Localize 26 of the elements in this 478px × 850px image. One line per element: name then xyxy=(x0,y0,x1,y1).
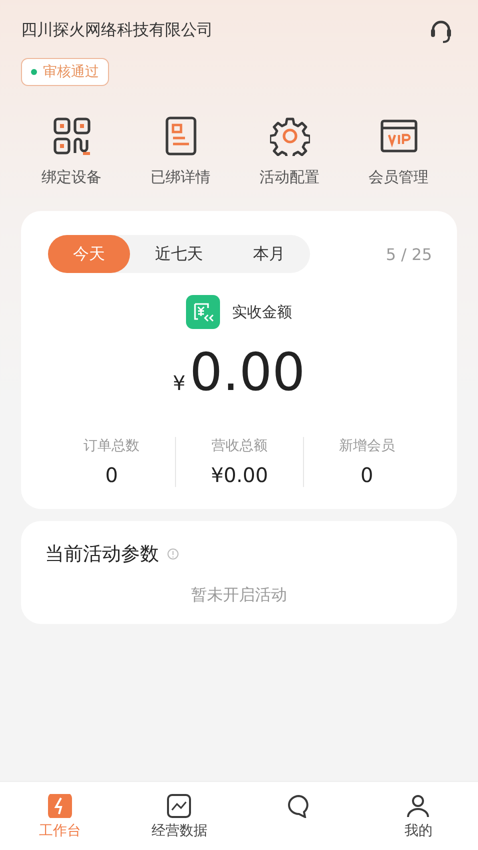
metric-value: ¥0.00 xyxy=(210,463,268,487)
line-chart-icon xyxy=(167,794,192,818)
chat-bubble-icon xyxy=(286,794,311,818)
person-icon xyxy=(406,794,430,818)
money-icon xyxy=(186,295,220,329)
qr-code-icon xyxy=(52,116,92,156)
empty-message: 暂未开启活动 xyxy=(190,585,288,606)
gear-icon xyxy=(270,116,310,156)
status-badge: 审核通过 xyxy=(21,58,109,86)
period-tab[interactable]: 近七天 xyxy=(130,235,228,273)
metric-label: 营收总额 xyxy=(211,437,268,455)
metric-label: 新增会员 xyxy=(338,437,395,455)
company-name: 四川探火网络科技有限公司 xyxy=(21,20,213,40)
tab-bar-item[interactable]: 我的 xyxy=(358,788,478,850)
amount-label: 实收金额 xyxy=(232,302,292,322)
lightning-icon xyxy=(48,794,72,818)
activity-title: 当前活动参数 xyxy=(45,542,159,567)
metric-label: 订单总数 xyxy=(84,437,140,455)
tab-bar-item[interactable]: 经营数据 xyxy=(120,788,239,850)
currency-symbol: ¥ xyxy=(172,371,186,395)
metric-value: 0 xyxy=(360,463,374,487)
info-icon[interactable] xyxy=(167,548,179,560)
date-text: 5 / 25 xyxy=(386,244,432,264)
period-tab[interactable]: 本月 xyxy=(228,235,310,273)
amount-value: 0.00 xyxy=(189,343,306,403)
metric-value: 0 xyxy=(105,463,118,487)
